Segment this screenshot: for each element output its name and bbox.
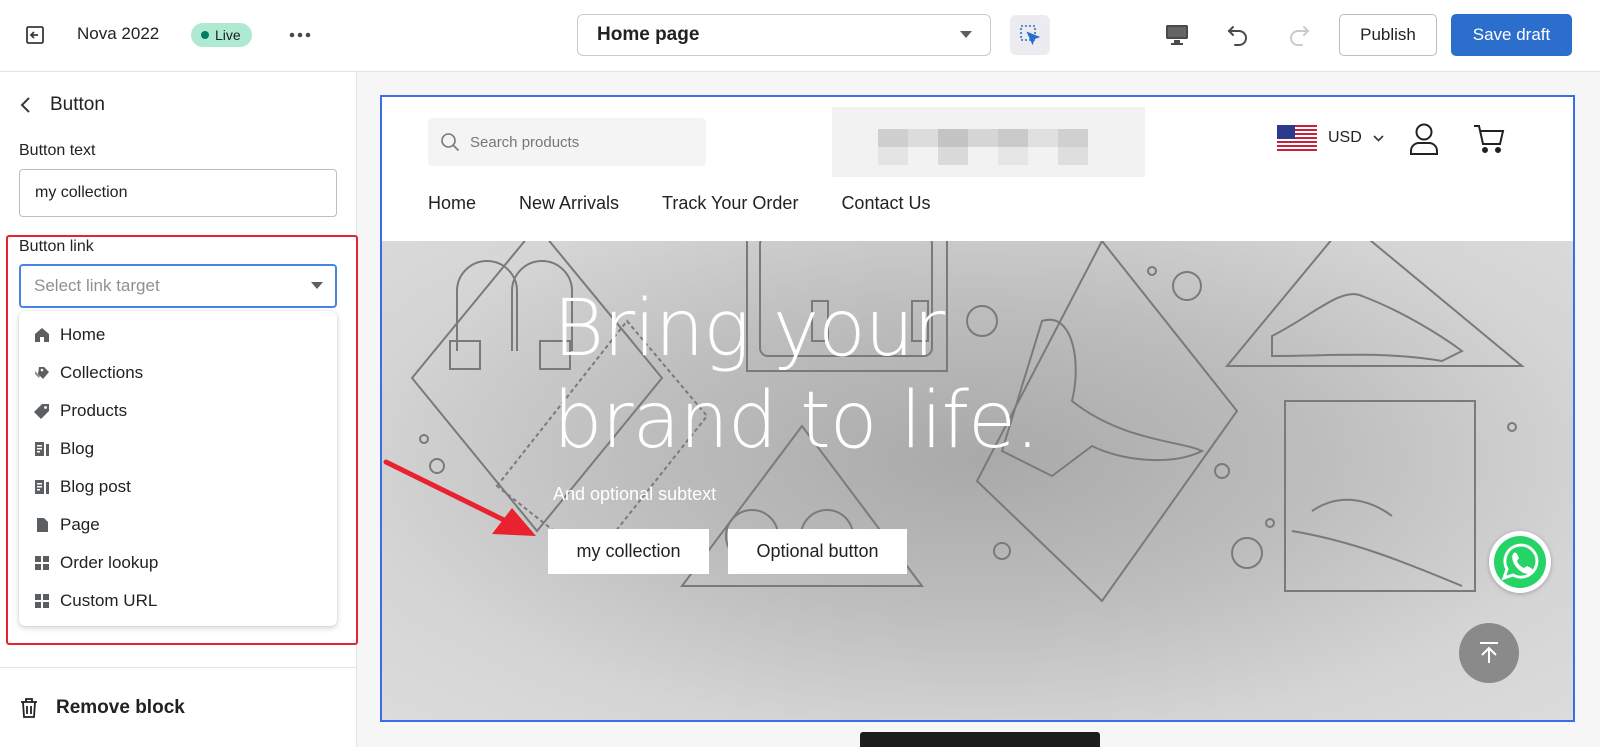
grid-icon [34, 593, 50, 609]
whatsapp-icon [1494, 536, 1546, 588]
hero-title-line-2: brand to life. [553, 376, 1040, 466]
link-option-products[interactable]: Products [19, 392, 337, 430]
nav-item-new-arrivals[interactable]: New Arrivals [519, 193, 619, 214]
more-actions-button[interactable] [280, 15, 320, 55]
chevron-down-icon [1373, 134, 1384, 142]
currency-label: USD [1328, 129, 1362, 146]
sidebar-header: Button [20, 88, 105, 122]
nav-item-contact[interactable]: Contact Us [841, 193, 930, 214]
store-name: Nova 2022 [77, 24, 160, 43]
hero-primary-button[interactable]: my collection [548, 529, 709, 574]
currency-selector[interactable]: USD [1277, 125, 1384, 151]
grid-icon [34, 555, 50, 571]
arrow-up-icon [1480, 642, 1498, 663]
link-option-home[interactable]: Home [19, 316, 337, 354]
collections-icon [34, 365, 50, 381]
ellipsis-icon [289, 32, 311, 38]
home-icon [34, 327, 50, 343]
link-option-label: Products [60, 401, 128, 420]
page-selector-label: Home page [597, 24, 700, 45]
tag-icon [34, 403, 50, 419]
hero-banner: Bring your brand to life. And optional s… [382, 241, 1573, 720]
link-target-select[interactable]: Select link target [19, 264, 337, 308]
account-icon[interactable] [1409, 123, 1439, 155]
hero-subtext: And optional subtext [553, 484, 717, 504]
caret-down-icon [960, 31, 972, 38]
store-header: Search products USD Home New Arrivals Tr… [382, 97, 1573, 241]
settings-sidebar: Button Button text my collection Button … [0, 72, 358, 747]
remove-block-button[interactable]: Remove block [0, 667, 356, 747]
back-chevron-icon[interactable] [20, 96, 32, 114]
button-text-label: Button text [19, 142, 96, 159]
live-dot-icon [201, 31, 209, 39]
blog-icon [34, 441, 50, 457]
select-element-icon [1020, 25, 1041, 46]
whatsapp-chat-button[interactable] [1489, 531, 1551, 593]
exit-icon [26, 26, 44, 44]
cart-icon[interactable] [1473, 124, 1505, 154]
link-option-label: Custom URL [60, 591, 158, 610]
link-option-order-lookup[interactable]: Order lookup [19, 544, 337, 582]
inspector-toggle-button[interactable] [1010, 15, 1050, 55]
button-text-input[interactable]: my collection [19, 169, 337, 217]
desktop-view-button[interactable] [1157, 15, 1197, 55]
undo-button[interactable] [1218, 15, 1258, 55]
store-main-nav: Home New Arrivals Track Your Order Conta… [428, 193, 930, 214]
search-icon [441, 133, 460, 152]
link-option-label: Blog [60, 439, 95, 458]
link-option-collections[interactable]: Collections [19, 354, 337, 392]
hero-title: Bring your brand to life. [553, 283, 1040, 467]
nav-item-home[interactable]: Home [428, 193, 476, 214]
nav-item-track-order[interactable]: Track Your Order [662, 193, 798, 214]
remove-block-label: Remove block [56, 696, 185, 718]
trash-icon [21, 697, 37, 718]
link-target-placeholder: Select link target [34, 276, 160, 295]
link-option-label: Page [60, 515, 100, 534]
editor-topbar: Nova 2022 Live Home page Publish Save dr… [0, 0, 1600, 72]
hero-title-line-1: Bring your [553, 284, 945, 374]
caret-down-icon [311, 282, 323, 289]
preview-bottom-bar [860, 732, 1100, 747]
link-option-label: Collections [60, 363, 144, 382]
link-option-page[interactable]: Page [19, 506, 337, 544]
link-option-custom-url[interactable]: Custom URL [19, 582, 337, 620]
status-badge: Live [191, 23, 252, 47]
status-badge-label: Live [215, 27, 241, 43]
us-flag-icon [1277, 125, 1317, 151]
link-option-label: Blog post [60, 477, 131, 496]
publish-button[interactable]: Publish [1339, 14, 1437, 56]
hero-secondary-button[interactable]: Optional button [728, 529, 907, 574]
sidebar-title: Button [50, 94, 105, 115]
link-option-blog[interactable]: Blog [19, 430, 337, 468]
link-option-label: Order lookup [60, 553, 159, 572]
page-icon [34, 517, 50, 533]
undo-icon [1227, 26, 1247, 46]
store-search-placeholder: Search products [470, 133, 580, 151]
desktop-icon [1166, 25, 1188, 45]
button-link-label: Button link [19, 238, 94, 255]
exit-button[interactable] [15, 15, 55, 55]
link-option-label: Home [60, 325, 106, 344]
save-draft-button[interactable]: Save draft [1451, 14, 1572, 56]
link-target-dropdown: Home Collections Products Blog Blog post… [19, 311, 337, 626]
redo-icon [1290, 26, 1310, 46]
link-option-blog-post[interactable]: Blog post [19, 468, 337, 506]
store-logo [832, 107, 1145, 177]
page-selector[interactable]: Home page [577, 14, 991, 56]
scroll-to-top-button[interactable] [1459, 623, 1519, 683]
blog-post-icon [34, 479, 50, 495]
store-search-input[interactable]: Search products [428, 118, 706, 166]
store-preview-frame: Search products USD Home New Arrivals Tr… [380, 95, 1575, 722]
redo-button[interactable] [1279, 15, 1319, 55]
